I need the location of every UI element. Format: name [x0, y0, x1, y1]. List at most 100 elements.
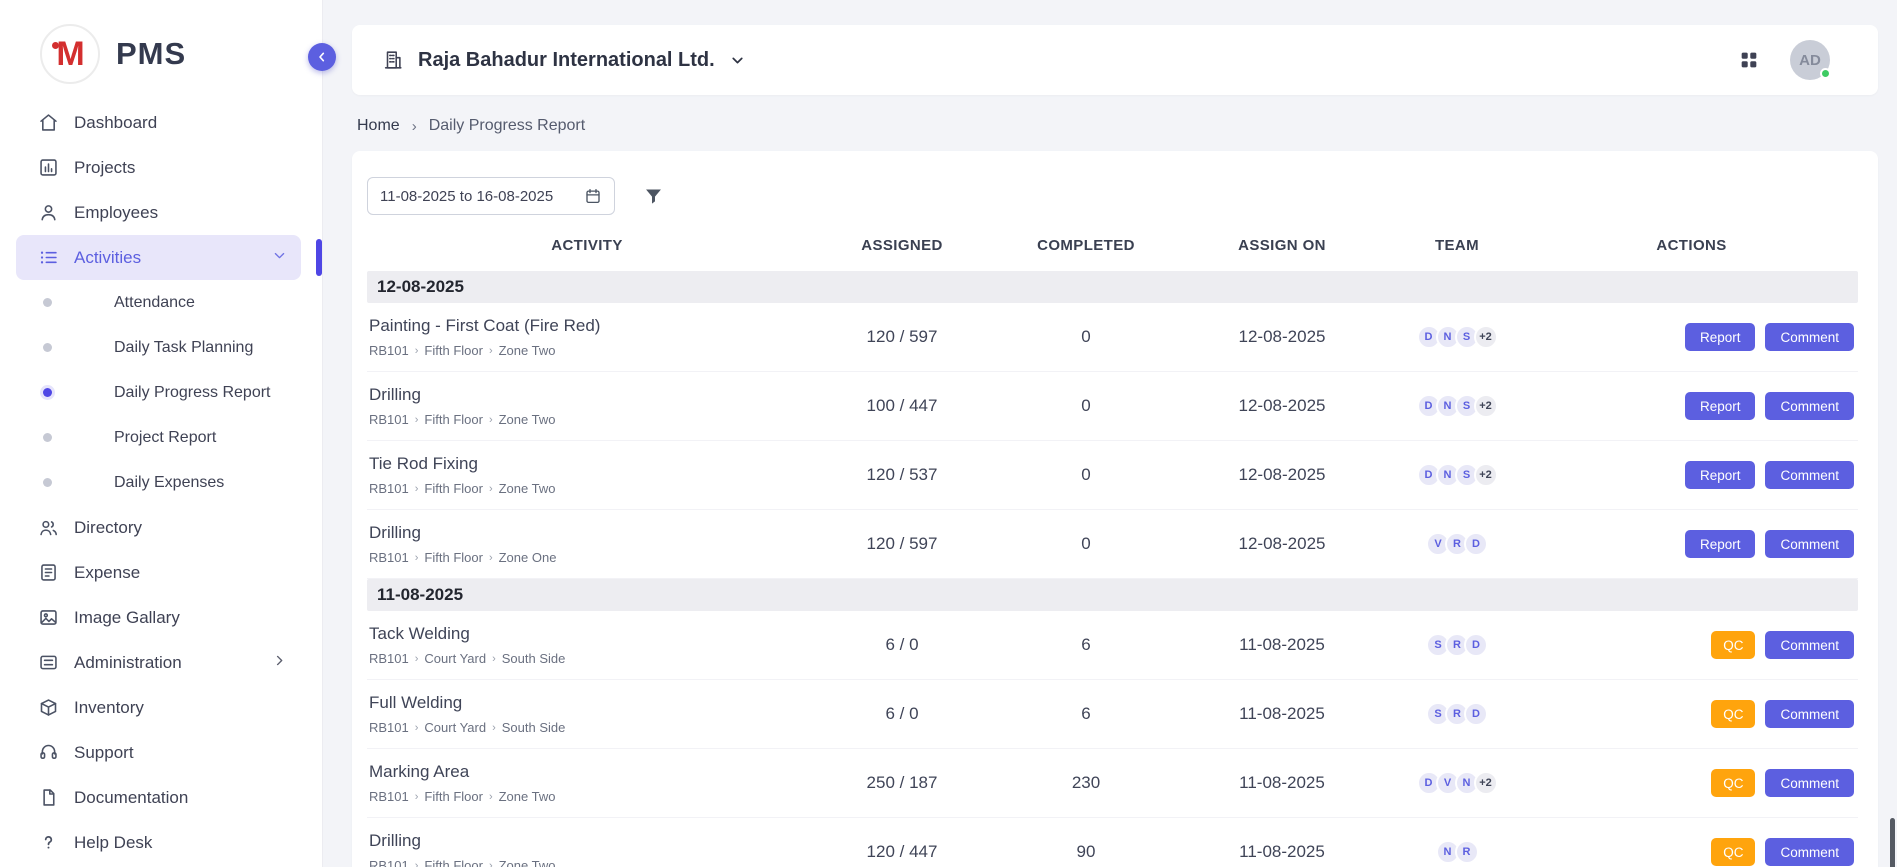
team-member-avatar[interactable]: R: [1455, 840, 1479, 864]
comment-button[interactable]: Comment: [1765, 769, 1854, 797]
comment-button[interactable]: Comment: [1765, 461, 1854, 489]
sidebar-item-label: Employees: [74, 203, 158, 223]
sidebar-item-help-desk[interactable]: Help Desk: [16, 820, 301, 865]
activity-path-segment: Fifth Floor: [424, 481, 483, 496]
sidebar-item-support[interactable]: Support: [16, 730, 301, 775]
comment-button[interactable]: Comment: [1765, 838, 1854, 866]
chevron-right-icon: ›: [415, 552, 419, 564]
sidebar-item-directory[interactable]: Directory: [16, 505, 301, 550]
directory-icon: [38, 517, 59, 538]
activity-title: Drilling: [369, 385, 807, 405]
sidebar-item-projects[interactable]: Projects: [16, 145, 301, 190]
qc-button[interactable]: QC: [1711, 631, 1755, 659]
column-header-team: TEAM: [1389, 237, 1525, 254]
comment-button[interactable]: Comment: [1765, 530, 1854, 558]
chevron-down-icon: [729, 52, 746, 69]
user-avatar[interactable]: AD: [1790, 40, 1830, 80]
chevron-right-icon: ›: [415, 860, 419, 867]
row-actions: QC Comment: [1525, 700, 1858, 728]
date-range-input[interactable]: 11-08-2025 to 16-08-2025: [367, 177, 615, 215]
chevron-right-icon: ›: [415, 791, 419, 803]
team-member-avatar[interactable]: D: [1464, 702, 1488, 726]
chevron-right-icon: ›: [492, 722, 496, 734]
chevron-right-icon: ›: [489, 345, 493, 357]
activity-row: Painting - First Coat (Fire Red)RB101›Fi…: [367, 303, 1858, 372]
company-selector[interactable]: Raja Bahadur International Ltd.: [382, 49, 746, 72]
sidebar-item-administration[interactable]: Administration: [16, 640, 301, 685]
chevron-right-icon: ›: [489, 414, 493, 426]
activity-path-segment: South Side: [502, 651, 566, 666]
sidebar-nav: Dashboard Projects Employees Activities Atte…: [0, 100, 322, 865]
report-button[interactable]: Report: [1685, 323, 1756, 351]
comment-button[interactable]: Comment: [1765, 392, 1854, 420]
report-button[interactable]: Report: [1685, 530, 1756, 558]
table-body: 12-08-2025Painting - First Coat (Fire Re…: [367, 271, 1858, 867]
activity-path-segment: Court Yard: [424, 651, 486, 666]
main-content: Raja Bahadur International Ltd. AD Home …: [323, 0, 1897, 867]
chevron-down-icon: [272, 248, 287, 268]
team-extra-badge[interactable]: +2: [1474, 394, 1498, 418]
row-actions: QC Comment: [1525, 769, 1858, 797]
chevron-right-icon: ›: [492, 653, 496, 665]
assign-on-value: 11-08-2025: [1175, 635, 1389, 655]
scrollbar-thumb[interactable]: [1890, 818, 1895, 867]
bullet-icon: [43, 298, 52, 307]
sidebar-subitem-attendance[interactable]: Attendance: [16, 280, 301, 325]
activity-row: Tie Rod FixingRB101›Fifth Floor›Zone Two…: [367, 441, 1858, 510]
comment-button[interactable]: Comment: [1765, 700, 1854, 728]
qc-button[interactable]: QC: [1711, 769, 1755, 797]
sidebar-subitem-project-report[interactable]: Project Report: [16, 415, 301, 460]
sidebar-subitem-daily-progress-report[interactable]: Daily Progress Report: [16, 370, 301, 415]
sidebar-collapse-button[interactable]: [308, 43, 336, 71]
team-member-avatar[interactable]: D: [1464, 633, 1488, 657]
apps-grid-icon[interactable]: [1738, 49, 1760, 71]
sidebar-item-documentation[interactable]: Documentation: [16, 775, 301, 820]
qc-button[interactable]: QC: [1711, 700, 1755, 728]
team-avatars: DNS+2: [1389, 394, 1525, 418]
filter-icon[interactable]: [643, 186, 664, 207]
activity-title: Drilling: [369, 523, 807, 543]
inventory-icon: [38, 697, 59, 718]
sidebar-item-inventory[interactable]: Inventory: [16, 685, 301, 730]
sidebar-item-expense[interactable]: Expense: [16, 550, 301, 595]
topbar-actions: AD: [1738, 40, 1830, 80]
sidebar-item-label: Help Desk: [74, 833, 152, 853]
sidebar-subitem-daily-task-planning[interactable]: Daily Task Planning: [16, 325, 301, 370]
filter-row: 11-08-2025 to 16-08-2025: [367, 177, 1858, 215]
bullet-icon: [43, 478, 52, 487]
qc-button[interactable]: QC: [1711, 838, 1755, 866]
chevron-right-icon: ›: [489, 791, 493, 803]
column-header-completed: COMPLETED: [997, 237, 1175, 254]
expense-icon: [38, 562, 59, 583]
completed-value: 0: [997, 534, 1175, 554]
activity-path-segment: RB101: [369, 720, 409, 735]
assign-on-value: 11-08-2025: [1175, 842, 1389, 862]
bullet-icon: [43, 343, 52, 352]
assigned-value: 250 / 187: [807, 773, 997, 793]
report-button[interactable]: Report: [1685, 461, 1756, 489]
activity-path-segment: RB101: [369, 858, 409, 867]
comment-button[interactable]: Comment: [1765, 631, 1854, 659]
breadcrumb-home[interactable]: Home: [357, 117, 400, 135]
comment-button[interactable]: Comment: [1765, 323, 1854, 351]
sidebar-item-dashboard[interactable]: Dashboard: [16, 100, 301, 145]
sidebar-item-image-gallary[interactable]: Image Gallary: [16, 595, 301, 640]
sidebar-subitem-label: Attendance: [114, 294, 195, 312]
report-button[interactable]: Report: [1685, 392, 1756, 420]
activity-path: RB101›Fifth Floor›Zone One: [369, 550, 807, 565]
date-range-value: 11-08-2025 to 16-08-2025: [380, 188, 553, 205]
sidebar-item-activities[interactable]: Activities: [16, 235, 301, 280]
team-extra-badge[interactable]: +2: [1474, 325, 1498, 349]
sidebar-item-employees[interactable]: Employees: [16, 190, 301, 235]
activity-path-segment: Fifth Floor: [424, 550, 483, 565]
team-extra-badge[interactable]: +2: [1474, 771, 1498, 795]
team-extra-badge[interactable]: +2: [1474, 463, 1498, 487]
sidebar-item-label: Dashboard: [74, 113, 157, 133]
breadcrumb-current: Daily Progress Report: [429, 117, 586, 135]
sidebar-item-label: Image Gallary: [74, 608, 180, 628]
sidebar-subitem-daily-expenses[interactable]: Daily Expenses: [16, 460, 301, 505]
chevron-right-icon: ›: [415, 414, 419, 426]
activity-path-segment: Zone Two: [499, 481, 556, 496]
activities-icon: [38, 247, 59, 268]
team-member-avatar[interactable]: D: [1464, 532, 1488, 556]
